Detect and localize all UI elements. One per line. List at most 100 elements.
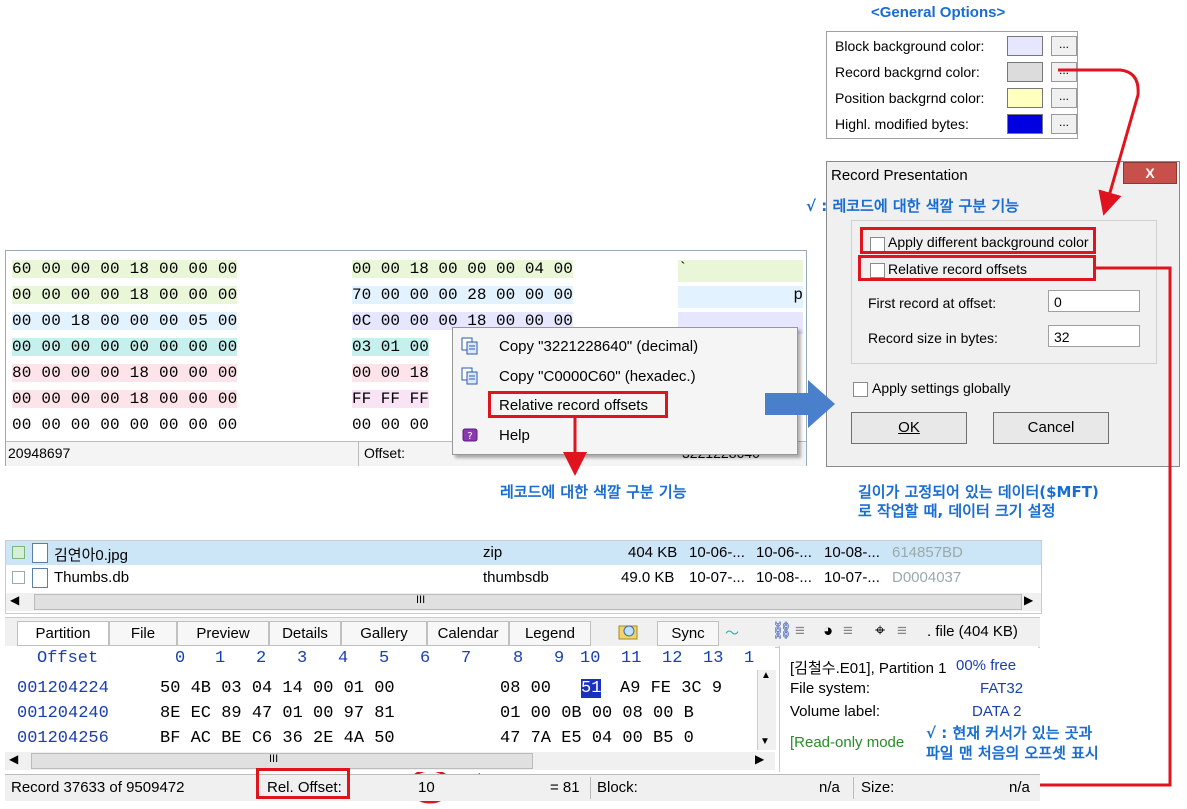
file-modified: 10-08-... [756,569,812,586]
status-divider [590,777,591,799]
col-5: 5 [379,649,390,668]
file-row[interactable]: Thumbs.db thumbsdb 49.0 KB 10-07-... 10-… [6,566,1041,590]
hex-editor-bottom: Offset 0 1 2 3 4 5 6 7 8 9 10 11 12 13 1… [5,646,776,772]
scroll-right-icon[interactable]: ▶ [1024,593,1033,607]
wave-icon[interactable]: 〜 [725,623,739,643]
hex-bytes-left[interactable]: 8E EC 89 47 01 00 97 81 [160,704,395,723]
fixed-length-note-2: 로 작업할 때, 데이터 크기 설정 [858,502,1056,520]
file-size: 49.0 KB [621,569,675,586]
rel-offset-value: 10 [418,779,435,796]
clock-icon[interactable]: ◕ [823,621,833,641]
size-value: n/a [1009,779,1030,796]
scroll-down-icon[interactable]: ▼ [760,736,770,747]
tab-file[interactable]: File [109,621,177,646]
file-name: 김연아0.jpg [54,547,128,564]
file-row[interactable]: 김연아0.jpg zip 404 KB 10-06-... 10-06-... … [6,541,1041,565]
menu-note: 레코드에 대한 색깔 구분 기능 [500,483,687,501]
tab-calendar[interactable]: Calendar [427,621,509,646]
hex-bytes-left[interactable]: 50 4B 03 04 14 00 01 00 [160,679,395,698]
sync-button[interactable]: Sync [657,621,719,646]
fs-value: FAT32 [980,680,1024,697]
col-4: 4 [338,649,349,668]
tab-legend[interactable]: Legend [509,621,591,646]
scroll-thumb[interactable] [34,594,1022,610]
explore-icon[interactable] [617,622,641,642]
file-checkbox[interactable] [12,571,25,584]
col-1: 1 [215,649,226,668]
col-0: 0 [175,649,186,668]
hex-hscroll[interactable]: ◀ III ▶ [5,752,775,770]
scroll-grip: III [416,594,426,606]
col-7: 7 [461,649,472,668]
hex-bytes-left[interactable]: BF AC BE C6 36 2E 4A 50 [160,729,395,748]
offset-header: Offset [37,649,99,668]
col-12: 12 [662,649,683,668]
free-space: 00% free [956,657,1017,674]
col-11: 11 [621,649,642,668]
arrow-from-record-bg [1058,68,1140,216]
col-6: 6 [420,649,431,668]
col-10: 10 [580,649,601,668]
scroll-left-icon[interactable]: ◀ [9,752,18,766]
status-divider [853,777,854,799]
hscroll-grip: III [269,753,279,765]
col-9: 9 [554,649,565,668]
list-icon-2[interactable]: ≡ [843,621,853,641]
scroll-left-icon[interactable]: ◀ [10,593,19,607]
file-type: thumbsdb [483,569,549,586]
row-offset: 001204224 [17,679,109,698]
file-list: 김연아0.jpg zip 404 KB 10-06-... 10-06-... … [5,540,1042,614]
file-hash: D0004037 [892,569,962,586]
binoculars-icon[interactable]: ⛓ [771,621,793,641]
file-size: 404 KB [628,544,678,561]
file-icon [32,543,48,563]
crosshair-icon[interactable]: ⌖ [875,620,885,641]
file-created: 10-06-... [689,544,745,561]
file-name: Thumbs.db [54,569,130,586]
scroll-up-icon[interactable]: ▲ [761,670,771,681]
file-icon [32,568,48,588]
hex-bytes-right[interactable]: 08 00 [500,679,551,698]
file-hash: 614857BD [892,544,963,561]
fs-label: File system: [790,680,871,697]
file-created: 10-07-... [689,569,745,586]
tab-gallery[interactable]: Gallery [341,621,427,646]
col-3: 3 [297,649,308,668]
tab-partition[interactable]: Partition [17,621,109,646]
file-info: . file (404 KB) [927,623,1018,640]
rel-offset-highlight [256,768,350,799]
scroll-right-icon[interactable]: ▶ [755,752,764,766]
hex-vscroll[interactable]: ▲ ▼ [757,670,776,750]
hex-bytes-right[interactable]: 47 7A E5 04 00 B5 0 [500,729,694,748]
record-count: Record 37633 of 9509472 [11,779,185,796]
tab-bar: Partition File Preview Details Gallery C… [5,617,1040,648]
col-14: 1 [744,649,755,668]
block-value: n/a [819,779,840,796]
hex-bytes-right[interactable]: 01 00 0B 00 08 00 B [500,704,694,723]
status-bar: Record 37633 of 9509472 Rel. Offset: 10 … [5,774,1040,801]
file-accessed: 10-07-... [824,569,880,586]
col-2: 2 [256,649,267,668]
row-offset: 001204240 [17,704,109,723]
cursor-note-2: 파일 맨 처음의 오프셋 표시 [926,744,1099,762]
list-icon[interactable]: ≡ [795,621,805,641]
file-list-scrollbar[interactable]: ◀ III ▶ [6,593,1041,611]
fixed-length-note-1: 길이가 고정되어 있는 데이터($MFT) [858,483,1099,501]
cursor-byte[interactable]: 51 [581,679,602,698]
read-only-mode: [Read-only mode [790,734,905,751]
col-13: 13 [703,649,724,668]
byte-value: = 81 [550,779,580,796]
evidence-name: [김철수.E01], Partition 1 [790,660,947,677]
tab-details[interactable]: Details [269,621,341,646]
col-8: 8 [513,649,524,668]
file-accessed: 10-08-... [824,544,880,561]
tab-preview[interactable]: Preview [177,621,269,646]
file-checkbox[interactable] [12,546,25,559]
block-label: Block: [597,779,638,796]
file-modified: 10-06-... [756,544,812,561]
hscroll-thumb[interactable] [31,753,533,769]
list-icon-3[interactable]: ≡ [897,621,907,641]
file-type: zip [483,544,503,561]
blue-arrow-icon [765,380,835,428]
hex-bytes-tail[interactable]: A9 FE 3C 9 [620,679,722,698]
